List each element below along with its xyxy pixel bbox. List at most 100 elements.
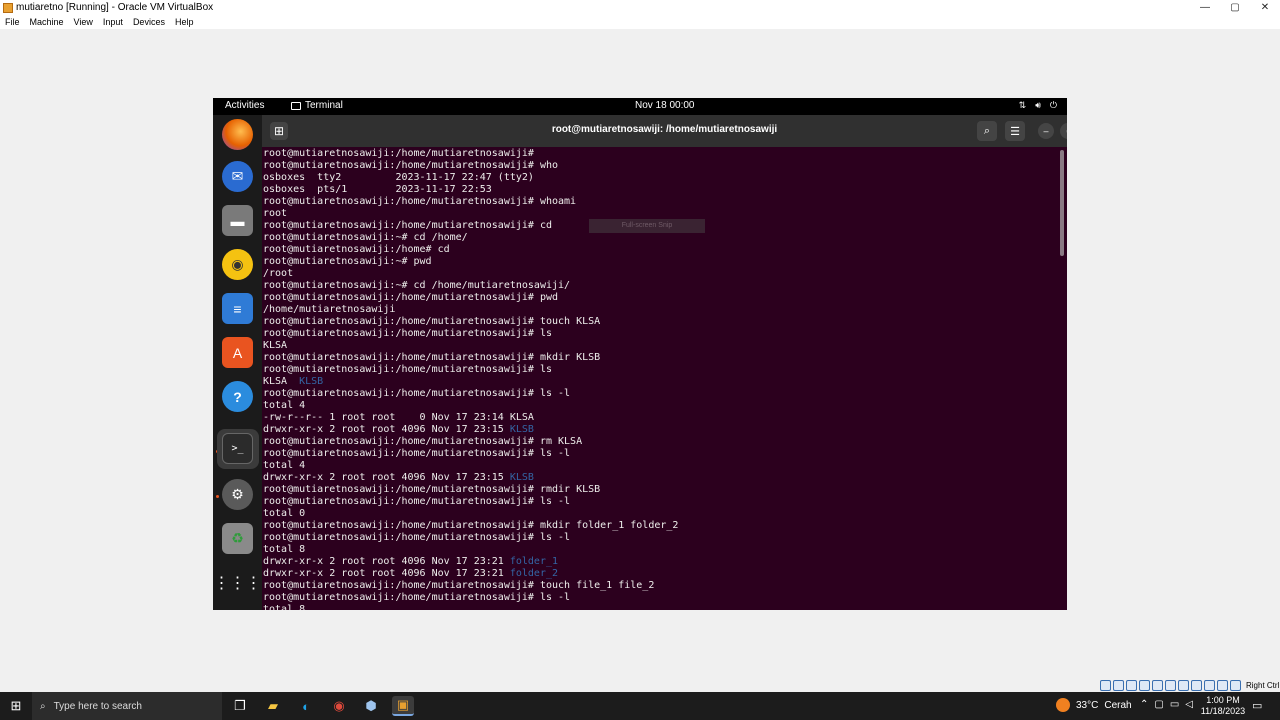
weather-widget[interactable]: 33°C Cerah <box>1056 698 1132 712</box>
menu-devices[interactable]: Devices <box>128 15 170 29</box>
maximize-button[interactable]: ▢ <box>1220 0 1250 15</box>
help-icon[interactable]: ? <box>222 381 253 412</box>
settings-gear-icon[interactable]: ⚙ <box>222 479 253 510</box>
terminal-text: root@mutiaretnosawiji:/home/mutiaretnosa… <box>263 520 679 531</box>
terminal-line: drwxr-xr-x 2 root root 4096 Nov 17 23:21… <box>263 568 1058 580</box>
terminal-scrollbar[interactable] <box>1060 150 1064 256</box>
notification-center-icon[interactable]: ▭ <box>1252 699 1262 712</box>
terminal-text: root@mutiaretnosawiji:/home/mutiaretnosa… <box>263 388 571 399</box>
weather-temp: 33°C <box>1076 699 1099 711</box>
audio-icon[interactable] <box>1126 680 1137 691</box>
display-icon[interactable] <box>1178 680 1189 691</box>
taskbar-clock[interactable]: 1:00 PM 11/18/2023 <box>1200 695 1246 717</box>
menu-file[interactable]: File <box>0 15 25 29</box>
keyboard-icon[interactable] <box>1230 680 1241 691</box>
terminal-text: root@mutiaretnosawiji:/home/mutiaretnosa… <box>263 196 577 207</box>
tray-app-icon[interactable]: ▢ <box>1154 699 1163 710</box>
files-icon[interactable]: ▬ <box>222 205 253 236</box>
terminal-dock-icon[interactable]: >_ <box>222 433 253 464</box>
terminal-text: total 4 <box>263 400 306 411</box>
gnome-top-bar: Activities Terminal Nov 18 00:00 ⇅ 🔊︎ ⏻ <box>213 98 1067 115</box>
firefox-icon[interactable] <box>222 119 253 150</box>
hamburger-menu-icon[interactable]: ☰ <box>1005 121 1025 141</box>
weather-sun-icon <box>1056 698 1070 712</box>
thunderbird-icon[interactable]: ✉ <box>222 161 253 192</box>
minimize-button[interactable]: — <box>1190 0 1220 15</box>
taskbar-time: 1:00 PM <box>1206 695 1240 705</box>
host-key-label: Right Ctrl <box>1246 681 1280 690</box>
terminal-line: root@mutiaretnosawiji:/home/mutiaretnosa… <box>263 448 1058 460</box>
terminal-text: root@mutiaretnosawiji:~# cd /home/ <box>263 232 468 243</box>
network-icon[interactable] <box>1139 680 1150 691</box>
terminal-headerbar: ⊞ root@mutiaretnosawiji: /home/mutiaretn… <box>262 115 1067 147</box>
directory-name: KLSB <box>509 472 534 483</box>
system-tray[interactable]: ⇅ 🔊︎ ⏻ <box>1019 100 1057 111</box>
chrome-icon[interactable]: ◉ <box>328 696 350 716</box>
mouse-integration-icon[interactable] <box>1217 680 1228 691</box>
snip-tooltip: Full-screen Snip <box>589 219 705 233</box>
vbox-status-bar: Right Ctrl <box>1100 680 1279 691</box>
terminal-text: total 8 <box>263 544 306 555</box>
terminal-line: osboxes pts/1 2023-11-17 22:53 <box>263 184 1058 196</box>
speaker-icon[interactable]: ◁ <box>1185 699 1193 710</box>
vm-window-taskbar-icon[interactable]: ▣ <box>392 696 414 716</box>
topbar-clock[interactable]: Nov 18 00:00 <box>635 100 695 111</box>
terminal-line: /home/mutiaretnosawiji <box>263 304 1058 316</box>
terminal-text: drwxr-xr-x 2 root root 4096 Nov 17 23:21 <box>263 556 510 567</box>
weather-desc: Cerah <box>1104 699 1132 711</box>
terminal-line: total 4 <box>263 400 1058 412</box>
app-center-icon[interactable]: A <box>222 337 253 368</box>
menu-machine[interactable]: Machine <box>25 15 69 29</box>
shared-folders-icon[interactable] <box>1165 680 1176 691</box>
minimize-icon[interactable]: – <box>1038 123 1054 139</box>
file-explorer-icon[interactable]: ▰ <box>262 696 284 716</box>
close-button[interactable]: ✕ <box>1250 0 1280 15</box>
terminal-line: /root <box>263 268 1058 280</box>
task-view-icon[interactable]: ❐ <box>229 696 251 716</box>
taskbar-date: 11/18/2023 <box>1200 706 1246 716</box>
restore-icon[interactable]: ▫ <box>1060 123 1067 139</box>
menu-view[interactable]: View <box>69 15 98 29</box>
show-apps-grid-icon[interactable]: ⋮⋮⋮ <box>214 567 262 598</box>
usb-icon[interactable] <box>1152 680 1163 691</box>
hard-disk-icon[interactable] <box>1100 680 1111 691</box>
cpu-icon[interactable] <box>1204 680 1215 691</box>
taskbar-search-box[interactable]: ⌕ Type here to search <box>32 692 222 720</box>
directory-name: folder_2 <box>509 568 559 579</box>
chevron-up-icon[interactable]: ⌃ <box>1140 699 1148 710</box>
terminal-line: root@mutiaretnosawiji:/home/mutiaretnosa… <box>263 496 1058 508</box>
menu-help[interactable]: Help <box>170 15 199 29</box>
terminal-line: root@mutiaretnosawiji:/home/mutiaretnosa… <box>263 484 1058 496</box>
guest-screen[interactable]: Activities Terminal Nov 18 00:00 ⇅ 🔊︎ ⏻ … <box>213 98 1067 610</box>
terminal-text: total 4 <box>263 460 306 471</box>
terminal-text: KLSA <box>263 376 300 387</box>
terminal-line: KLSA <box>263 340 1058 352</box>
dock: ✉ ▬ ◉ ≡ A ? >_ ⚙ ♻ ⋮⋮⋮ <box>213 115 262 610</box>
rhythmbox-icon[interactable]: ◉ <box>222 249 253 280</box>
trash-icon[interactable]: ♻ <box>222 523 253 554</box>
terminal-line: root@mutiaretnosawiji:/home/mutiaretnosa… <box>263 148 1058 160</box>
libreoffice-writer-icon[interactable]: ≡ <box>222 293 253 324</box>
menu-input[interactable]: Input <box>98 15 128 29</box>
system-tray-icons[interactable]: ⌃ ▢ ▭ ◁ <box>1140 699 1193 710</box>
windows-start-icon[interactable]: ⊞ <box>0 692 32 720</box>
vbox-titlebar: mutiaretno [Running] - Oracle VM Virtual… <box>0 0 1280 15</box>
vbox-menubar: File Machine View Input Devices Help <box>0 15 1280 29</box>
terminal-text: total 8 <box>263 604 306 610</box>
wifi-icon[interactable]: ▭ <box>1170 699 1179 710</box>
terminal-text: KLSA <box>263 340 288 351</box>
topbar-app-menu[interactable]: Terminal <box>291 100 343 111</box>
recording-icon[interactable] <box>1191 680 1202 691</box>
search-icon[interactable]: ⌕ <box>977 121 997 141</box>
terminal-text: root@mutiaretnosawiji:/home/mutiaretnosa… <box>263 148 534 159</box>
optical-drive-icon[interactable] <box>1113 680 1124 691</box>
terminal-text: drwxr-xr-x 2 root root 4096 Nov 17 23:15 <box>263 472 510 483</box>
terminal-line: root@mutiaretnosawiji:/home/mutiaretnosa… <box>263 436 1058 448</box>
activities-button[interactable]: Activities <box>225 100 264 111</box>
terminal-line: root@mutiaretnosawiji:/home/mutiaretnosa… <box>263 592 1058 604</box>
terminal-text: root@mutiaretnosawiji:/home/mutiaretnosa… <box>263 364 552 375</box>
edge-icon[interactable]: ◐ <box>295 696 317 716</box>
virtualbox-taskbar-icon[interactable]: ⬢ <box>360 696 382 716</box>
terminal-text: root@mutiaretnosawiji:/home/mutiaretnosa… <box>263 448 571 459</box>
terminal-output[interactable]: root@mutiaretnosawiji:/home/mutiaretnosa… <box>263 148 1058 610</box>
